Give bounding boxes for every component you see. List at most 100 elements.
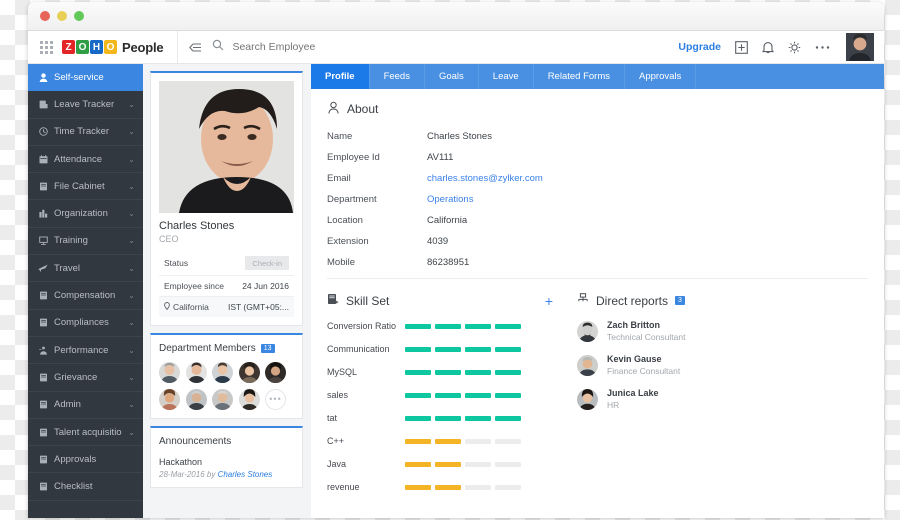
section-divider xyxy=(327,278,868,279)
avatar[interactable] xyxy=(212,388,233,410)
tab-goals[interactable]: Goals xyxy=(425,64,479,89)
file-icon xyxy=(38,181,48,191)
add-skill-button[interactable]: + xyxy=(545,294,553,308)
sidebar-item-self-service[interactable]: Self-service xyxy=(28,64,143,92)
sidebar-item-performance[interactable]: Performance ⌄ xyxy=(28,337,143,365)
collapse-sidebar-icon[interactable] xyxy=(178,42,212,53)
email-link[interactable]: charles.stones@zylker.com xyxy=(427,173,543,184)
avatar[interactable] xyxy=(159,388,180,410)
sidebar-item-label: Organization xyxy=(54,208,108,220)
sidebar-item-training[interactable]: Training ⌄ xyxy=(28,228,143,256)
sidebar-item-time-tracker[interactable]: Time Tracker ⌄ xyxy=(28,119,143,146)
sidebar-item-leave-tracker[interactable]: Leave Tracker ⌄ xyxy=(28,91,143,119)
direct-report-info: Kevin Gause Finance Consultant xyxy=(607,354,680,376)
org-reports-icon xyxy=(577,293,589,308)
direct-report-row[interactable]: Zach Britton Technical Consultant xyxy=(577,320,868,342)
announcement-author-link[interactable]: Charles Stones xyxy=(218,470,273,479)
tab-related-forms[interactable]: Related Forms xyxy=(534,64,625,89)
tab-feeds[interactable]: Feeds xyxy=(370,64,425,89)
skill-name: Communication xyxy=(327,344,390,354)
avatar[interactable] xyxy=(185,388,207,410)
announcement-item[interactable]: Hackathon 28-Mar-2016 by Charles Stones xyxy=(159,457,294,479)
chevron-down-icon[interactable]: ⌄ xyxy=(128,182,135,191)
window-minimize-button[interactable] xyxy=(57,11,67,21)
avatar[interactable] xyxy=(159,362,180,383)
chevron-down-icon[interactable]: ⌄ xyxy=(128,400,135,409)
sidebar-item-approvals[interactable]: Approvals xyxy=(28,446,143,474)
sidebar-item-compensation[interactable]: Compensation ⌄ xyxy=(28,282,143,310)
sidebar-item-grievance[interactable]: Grievance ⌄ xyxy=(28,364,143,392)
status-label: Status xyxy=(164,258,189,268)
chevron-down-icon[interactable]: ⌄ xyxy=(128,155,135,164)
header-user-avatar[interactable] xyxy=(846,33,874,61)
avatar[interactable] xyxy=(238,388,260,410)
skill-name: Java xyxy=(327,459,347,469)
more-horizontal-icon[interactable] xyxy=(815,45,830,50)
about-fields: Name Charles Stones Employee Id AV111 Em… xyxy=(327,131,868,268)
chevron-down-icon[interactable]: ⌄ xyxy=(128,428,135,437)
window-close-button[interactable] xyxy=(40,11,50,21)
announcement-meta: 28-Mar-2016 by Charles Stones xyxy=(159,470,294,479)
chevron-down-icon[interactable]: ⌄ xyxy=(128,346,135,355)
search-bar[interactable] xyxy=(212,38,678,56)
direct-report-title: Finance Consultant xyxy=(607,366,681,376)
tab-approvals[interactable]: Approvals xyxy=(625,64,697,89)
profile-location-row: California IST (GMT+05:... xyxy=(159,297,294,317)
department-link[interactable]: Operations xyxy=(427,194,473,205)
more-members-button[interactable]: ••• xyxy=(265,388,286,410)
browser-window: Z O H O People Upgrade xyxy=(28,2,884,518)
bell-icon[interactable] xyxy=(762,41,774,54)
about-section-header: About xyxy=(327,101,868,117)
timezone-value: IST (GMT+05:... xyxy=(227,302,289,312)
sidebar-item-attendance[interactable]: Attendance ⌄ xyxy=(28,146,143,174)
chevron-down-icon[interactable]: ⌄ xyxy=(128,100,135,109)
check-in-button[interactable]: Check-in xyxy=(245,256,289,270)
sidebar-item-compliances[interactable]: Compliances ⌄ xyxy=(28,310,143,337)
direct-report-row[interactable]: Kevin Gause Finance Consultant xyxy=(577,354,868,376)
document-icon xyxy=(38,482,48,492)
sidebar-item-label: Attendance xyxy=(54,153,103,165)
sidebar-item-admin[interactable]: Admin ⌄ xyxy=(28,392,143,419)
sidebar-item-label: Time Tracker xyxy=(54,126,110,138)
zoho-people-logo[interactable]: Z O H O People xyxy=(62,39,164,55)
field-label: Email xyxy=(327,173,351,184)
chevron-down-icon[interactable]: ⌄ xyxy=(128,209,135,218)
chevron-down-icon[interactable]: ⌄ xyxy=(128,264,135,273)
upgrade-link[interactable]: Upgrade xyxy=(678,41,721,53)
window-titlebar xyxy=(28,2,884,31)
location-pin-icon xyxy=(164,302,170,312)
chevron-down-icon[interactable]: ⌄ xyxy=(128,291,135,300)
avatar[interactable] xyxy=(212,362,233,383)
avatar[interactable] xyxy=(238,362,260,383)
window-maximize-button[interactable] xyxy=(74,11,84,21)
tab-leave[interactable]: Leave xyxy=(479,64,534,89)
chevron-down-icon[interactable]: ⌄ xyxy=(128,127,135,136)
sidebar-item-file-cabinet[interactable]: File Cabinet ⌄ xyxy=(28,173,143,201)
chevron-down-icon[interactable]: ⌄ xyxy=(128,373,135,382)
sidebar-item-label: Compliances xyxy=(54,317,109,329)
employee-since-label: Employee since xyxy=(164,281,225,291)
logo-product-name: People xyxy=(122,39,164,55)
chevron-down-icon[interactable]: ⌄ xyxy=(128,236,135,245)
sidebar-item-talent-acquisition[interactable]: Talent acquisition ⌄ xyxy=(28,419,143,447)
sidebar-item-checklist[interactable]: Checklist xyxy=(28,473,143,501)
sidebar-item-label: Checklist xyxy=(54,481,93,493)
avatar[interactable] xyxy=(185,362,207,383)
gear-icon[interactable] xyxy=(788,41,801,54)
sidebar-item-organization[interactable]: Organization ⌄ xyxy=(28,200,143,228)
avatar[interactable] xyxy=(265,362,286,383)
location-group: California xyxy=(164,302,209,312)
about-title: About xyxy=(347,102,379,116)
grid-apps-icon[interactable] xyxy=(40,40,53,54)
skill-name: tat xyxy=(327,413,338,423)
department-members-header: Department Members 13 xyxy=(159,343,294,354)
direct-report-row[interactable]: Junica Lake HR xyxy=(577,388,868,410)
sidebar-item-label: Training xyxy=(54,235,88,247)
add-box-icon[interactable] xyxy=(735,40,748,54)
tab-profile[interactable]: Profile xyxy=(311,64,370,89)
direct-reports-title: Direct reports xyxy=(596,293,669,308)
chevron-down-icon[interactable]: ⌄ xyxy=(128,318,135,327)
sidebar-item-travel[interactable]: Travel ⌄ xyxy=(28,255,143,283)
header-actions: Upgrade xyxy=(678,33,884,61)
search-input[interactable] xyxy=(232,41,403,53)
